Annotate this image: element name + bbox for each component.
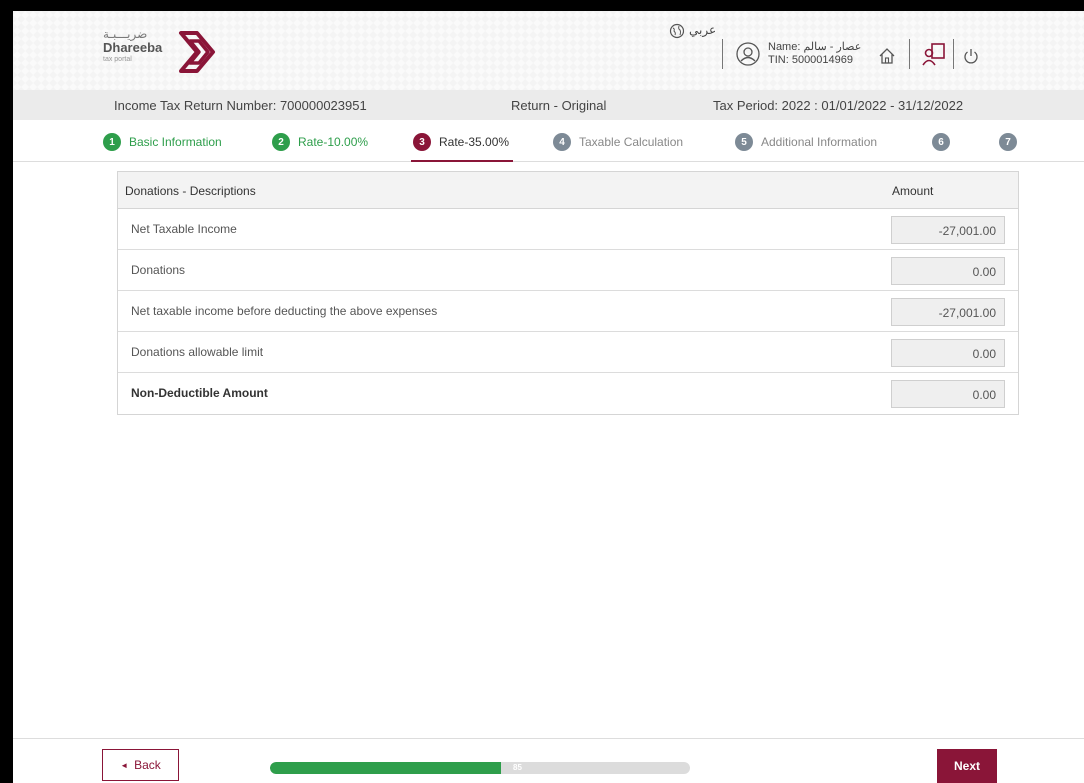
step-number: 7	[999, 133, 1017, 151]
column-header-description: Donations - Descriptions	[125, 184, 256, 198]
step-label: Basic Information	[129, 135, 222, 149]
progress-fill	[270, 762, 501, 774]
top-header: ضريـــبـة Dhareeba tax portal عربي Name:…	[13, 11, 1084, 90]
step-rate-35[interactable]: 3 Rate-35.00%	[413, 132, 509, 152]
row-label: Net Taxable Income	[131, 222, 237, 236]
donations-table: Donations - Descriptions Amount Net Taxa…	[117, 171, 1019, 415]
return-number: Income Tax Return Number: 700000023951	[114, 98, 367, 113]
return-info-bar: Income Tax Return Number: 700000023951 R…	[13, 90, 1084, 120]
wizard-steps: 1 Basic Information 2 Rate-10.00% 3 Rate…	[13, 120, 1084, 162]
step-label: Taxable Calculation	[579, 135, 684, 149]
home-icon[interactable]	[878, 47, 896, 65]
step-number: 5	[735, 133, 753, 151]
header-divider	[722, 39, 723, 69]
progress-bar: 85	[270, 762, 690, 774]
step-taxable-calculation[interactable]: 4 Taxable Calculation	[553, 132, 683, 152]
table-row-non-deductible: Non-Deductible Amount 0.00	[118, 373, 1018, 414]
step-number: 2	[272, 133, 290, 151]
back-arrow-icon: ◄	[120, 760, 129, 770]
step-additional-information[interactable]: 5 Additional Information	[735, 132, 877, 152]
table-row-donations: Donations 0.00	[118, 250, 1018, 291]
amount-field[interactable]: 0.00	[891, 380, 1005, 408]
step-number: 1	[103, 133, 121, 151]
table-header: Donations - Descriptions Amount	[118, 172, 1018, 209]
step-basic-information[interactable]: 1 Basic Information	[103, 132, 222, 152]
wizard-footer: ◄ Back 85 Next	[13, 738, 1084, 783]
progress-value: 85	[513, 763, 522, 772]
header-divider	[909, 39, 910, 69]
amount-field[interactable]: 0.00	[891, 257, 1005, 285]
amount-field[interactable]: 0.00	[891, 339, 1005, 367]
step-rate-10[interactable]: 2 Rate-10.00%	[272, 132, 368, 152]
row-label: Donations	[131, 263, 186, 277]
amount-field[interactable]: -27,001.00	[891, 216, 1005, 244]
logo-arabic-text: ضريـــبـة	[103, 27, 148, 41]
logo-tagline: tax portal	[103, 56, 132, 63]
step-7[interactable]: 7	[999, 132, 1025, 152]
active-step-indicator	[411, 160, 513, 162]
step-number: 4	[553, 133, 571, 151]
dhareeba-logo[interactable]: ضريـــبـة Dhareeba tax portal	[103, 27, 233, 77]
step-6[interactable]: 6	[932, 132, 958, 152]
next-button[interactable]: Next	[937, 749, 997, 783]
return-type: Return - Original	[511, 98, 607, 113]
amount-field[interactable]: -27,001.00	[891, 298, 1005, 326]
table-row-net-taxable-income: Net Taxable Income -27,001.00	[118, 209, 1018, 250]
user-tin: TIN: 5000014969	[768, 54, 854, 66]
header-divider	[953, 39, 954, 69]
user-info: Name: عصار - سالم TIN: 5000014969	[768, 41, 861, 67]
step-number: 6	[932, 133, 950, 151]
column-header-amount: Amount	[892, 184, 934, 198]
step-number: 3	[413, 133, 431, 151]
logo-english-text: Dhareeba	[103, 40, 163, 55]
table-row-net-before-expenses: Net taxable income before deducting the …	[118, 291, 1018, 332]
user-profile-icon[interactable]	[735, 41, 761, 67]
user-guide-icon[interactable]	[921, 41, 947, 67]
power-logout-icon[interactable]	[963, 48, 979, 64]
row-label: Donations allowable limit	[131, 345, 264, 359]
back-button[interactable]: ◄ Back	[102, 749, 179, 781]
language-toggle[interactable]: عربي	[689, 23, 716, 37]
user-name: Name: عصار - سالم	[768, 41, 862, 53]
step-label: Rate-10.00%	[298, 135, 369, 149]
table-row-allowable-limit: Donations allowable limit 0.00	[118, 332, 1018, 373]
step-label: Additional Information	[761, 135, 878, 149]
row-label: Net taxable income before deducting the …	[131, 304, 438, 318]
app-frame: ضريـــبـة Dhareeba tax portal عربي Name:…	[13, 11, 1084, 783]
row-label: Non-Deductible Amount	[131, 386, 268, 400]
logo-chevron-mark	[179, 31, 215, 73]
step-label: Rate-35.00%	[439, 135, 510, 149]
back-label: Back	[134, 758, 161, 772]
globe-icon[interactable]	[669, 23, 685, 39]
tax-period: Tax Period: 2022 : 01/01/2022 - 31/12/20…	[713, 98, 964, 113]
